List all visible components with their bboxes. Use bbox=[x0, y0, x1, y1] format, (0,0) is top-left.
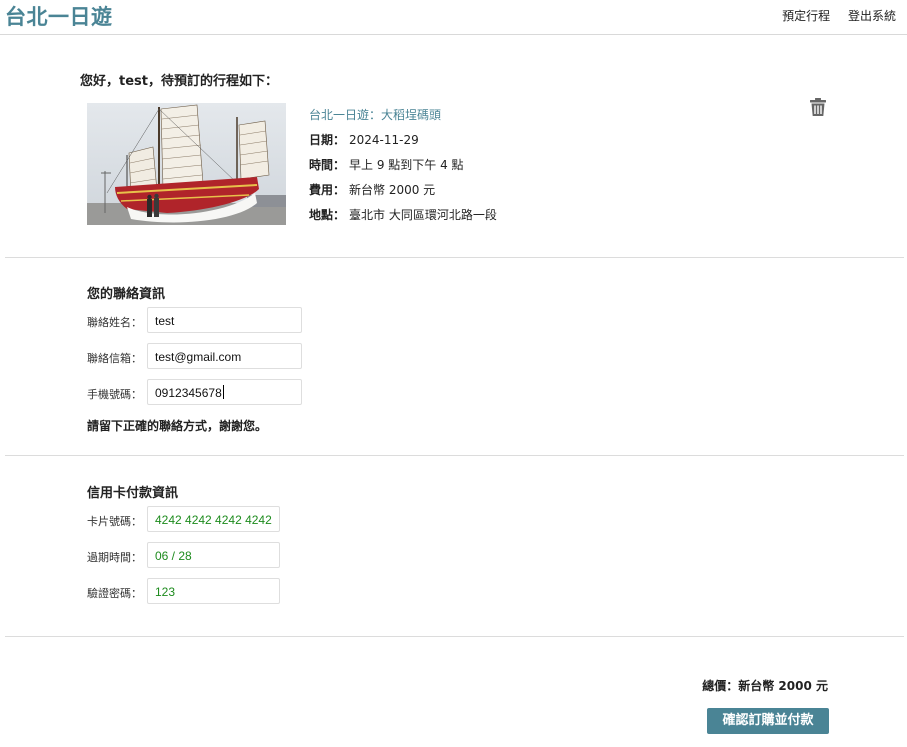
contact-name-label: 聯絡姓名： bbox=[87, 316, 142, 329]
trip-place-label: 地點： bbox=[309, 208, 346, 222]
trip-date-label: 日期： bbox=[309, 133, 346, 147]
card-number-label: 卡片號碼： bbox=[87, 515, 142, 528]
confirm-payment-button[interactable]: 確認訂購並付款 bbox=[707, 708, 829, 734]
card-cvc-label: 驗證密碼： bbox=[87, 587, 142, 600]
trip-fee-row: 費用： 新台幣 2000 元 bbox=[309, 178, 497, 203]
section-divider bbox=[5, 636, 904, 637]
contact-note: 請留下正確的聯絡方式，謝謝您。 bbox=[87, 419, 268, 433]
contact-section-title: 您的聯絡資訊 bbox=[87, 287, 166, 302]
nav-reserve-link[interactable]: 預定行程 bbox=[782, 9, 830, 23]
trip-place-value: 臺北市 大同區環河北路一段 bbox=[349, 208, 497, 222]
contact-name-input[interactable]: test bbox=[147, 307, 302, 333]
nav-links: 預定行程 登出系統 bbox=[768, 7, 896, 24]
trip-fee-value: 新台幣 2000 元 bbox=[349, 183, 436, 197]
trip-place-row: 地點： 臺北市 大同區環河北路一段 bbox=[309, 203, 497, 228]
contact-phone-label: 手機號碼： bbox=[87, 388, 142, 401]
payment-section-title: 信用卡付款資訊 bbox=[87, 486, 179, 501]
trip-date-row: 日期： 2024-11-29 bbox=[309, 128, 497, 153]
section-divider bbox=[5, 455, 904, 456]
section-divider bbox=[5, 257, 904, 258]
card-cvc-input[interactable]: 123 bbox=[147, 578, 280, 604]
greeting-text: 您好，test，待預訂的行程如下： bbox=[80, 74, 278, 89]
nav-logout-link[interactable]: 登出系統 bbox=[848, 9, 896, 23]
contact-phone-input[interactable]: 0912345678 bbox=[147, 379, 302, 405]
card-number-input[interactable]: 4242 4242 4242 4242 bbox=[147, 506, 280, 532]
trip-fee-label: 費用： bbox=[309, 183, 346, 197]
trip-photo bbox=[87, 103, 286, 225]
site-brand[interactable]: 台北一日遊 bbox=[5, 1, 113, 31]
trash-icon[interactable] bbox=[809, 97, 827, 117]
contact-email-input[interactable]: test@gmail.com bbox=[147, 343, 302, 369]
top-navbar: 台北一日遊 預定行程 登出系統 bbox=[0, 0, 907, 35]
card-expiry-input[interactable]: 06 / 28 bbox=[147, 542, 280, 568]
trip-date-value: 2024-11-29 bbox=[349, 133, 419, 147]
card-expiry-label: 過期時間： bbox=[87, 551, 142, 564]
trip-time-value: 早上 9 點到下午 4 點 bbox=[349, 158, 464, 172]
contact-email-label: 聯絡信箱： bbox=[87, 352, 142, 365]
trip-time-row: 時間： 早上 9 點到下午 4 點 bbox=[309, 153, 497, 178]
trip-title[interactable]: 台北一日遊：大稻埕碼頭 bbox=[309, 103, 497, 128]
text-cursor bbox=[222, 385, 224, 399]
trip-time-label: 時間： bbox=[309, 158, 346, 172]
total-price: 總價：新台幣 2000 元 bbox=[702, 679, 828, 693]
trip-details: 台北一日遊：大稻埕碼頭 日期： 2024-11-29 時間： 早上 9 點到下午 4… bbox=[309, 103, 497, 228]
